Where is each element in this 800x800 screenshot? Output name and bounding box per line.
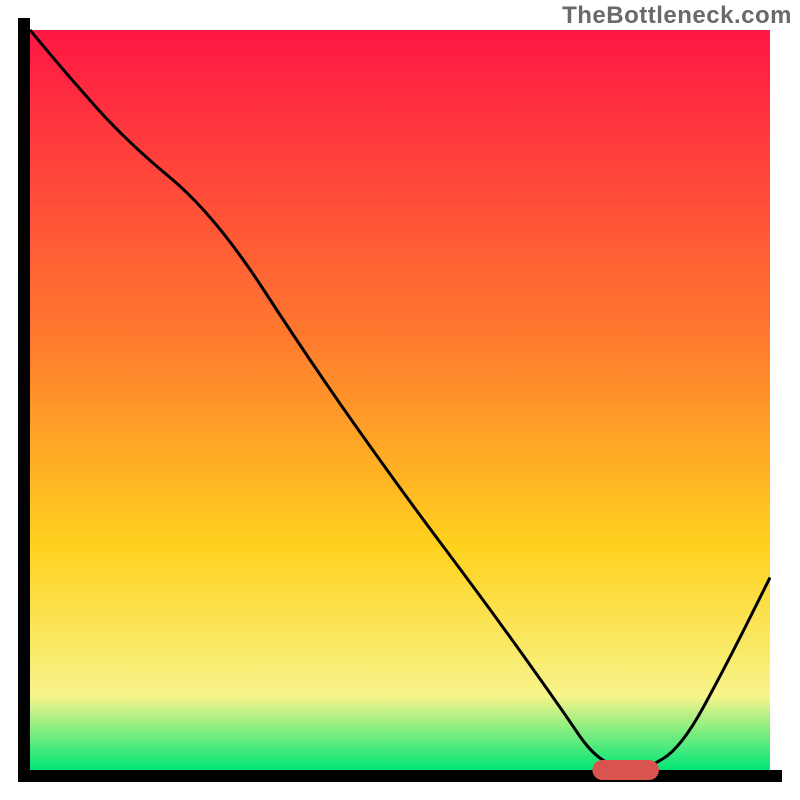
chart-container: TheBottleneck.com bbox=[0, 0, 800, 800]
watermark-text: TheBottleneck.com bbox=[562, 2, 792, 30]
optimum-marker bbox=[592, 760, 659, 780]
bottleneck-chart bbox=[0, 0, 800, 800]
plot-background bbox=[30, 30, 770, 770]
